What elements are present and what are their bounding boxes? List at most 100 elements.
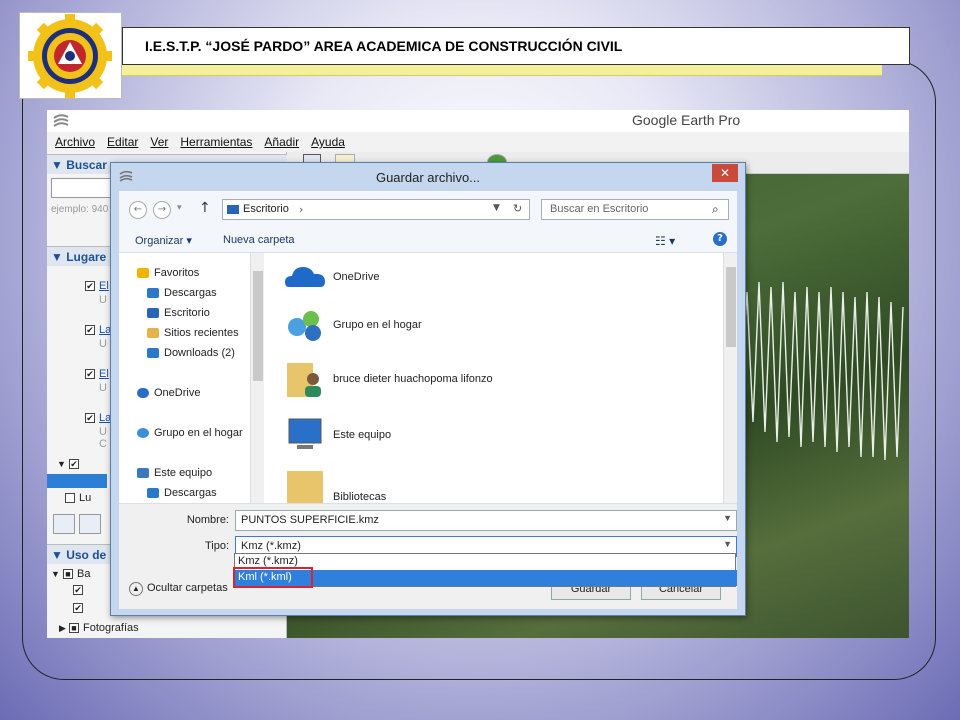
scrollbar-thumb[interactable] bbox=[726, 267, 736, 347]
forward-icon[interactable]: → bbox=[153, 201, 171, 219]
address-bar[interactable]: Escritorio › ▼ ↻ bbox=[222, 199, 530, 220]
downloads-folder-icon bbox=[147, 488, 159, 499]
google-earth-logo-icon bbox=[53, 114, 69, 127]
place-sub: U bbox=[99, 382, 107, 394]
view-options-icon[interactable]: ☷ ▾ bbox=[655, 234, 675, 248]
checkbox-icon[interactable]: ✔ bbox=[73, 603, 83, 614]
search-input[interactable]: Buscar en Escritorio bbox=[550, 203, 648, 215]
close-icon[interactable]: ✕ bbox=[712, 164, 738, 182]
file-item-onedrive[interactable]: OneDrive bbox=[283, 257, 379, 297]
search-icon[interactable]: ⌕ bbox=[712, 202, 719, 217]
checkbox-icon[interactable]: ■ bbox=[62, 569, 73, 580]
checkbox-icon[interactable]: ✔ bbox=[68, 459, 79, 470]
files-scrollbar[interactable] bbox=[723, 253, 737, 503]
place-sub: U bbox=[99, 294, 107, 306]
search-input[interactable] bbox=[51, 178, 111, 198]
chevron-down-icon[interactable]: ▼ bbox=[493, 203, 500, 213]
user-folder-icon bbox=[287, 363, 321, 397]
place-item[interactable]: ✔ La bbox=[85, 412, 111, 424]
layer-item[interactable]: ✔ bbox=[73, 584, 87, 596]
google-earth-title: Google Earth Pro bbox=[632, 112, 741, 128]
folder-item[interactable]: Lu bbox=[65, 492, 91, 504]
up-icon[interactable]: ↑ bbox=[199, 200, 211, 216]
file-item-user-folder[interactable]: bruce dieter huachopoma lifonzo bbox=[283, 359, 493, 399]
file-item-grupo-hogar[interactable]: Grupo en el hogar bbox=[283, 305, 422, 345]
hide-folders-button[interactable]: ▲ Ocultar carpetas bbox=[129, 582, 228, 596]
nav-item-onedrive[interactable]: OneDrive bbox=[137, 387, 200, 399]
nav-item-descargas-2[interactable]: Descargas bbox=[147, 487, 217, 499]
layer-item[interactable]: ▼ ■ Ba bbox=[51, 568, 90, 580]
type-label: Tipo: bbox=[204, 540, 229, 552]
recent-places-icon bbox=[147, 328, 159, 339]
search-places-button[interactable] bbox=[53, 514, 75, 534]
refresh-icon[interactable]: ↻ bbox=[513, 202, 522, 215]
nav-item-grupo-hogar[interactable]: Grupo en el hogar bbox=[137, 427, 243, 439]
file-list-pane: OneDrive Grupo en el hogar bruce dieter … bbox=[265, 253, 737, 503]
search-hint: ejemplo: 940 bbox=[51, 204, 109, 215]
libraries-icon bbox=[287, 471, 323, 503]
checkbox-icon[interactable]: ✔ bbox=[73, 585, 83, 596]
recent-locations-icon[interactable]: ▾ bbox=[177, 203, 182, 213]
address-text: Escritorio bbox=[243, 203, 289, 215]
help-icon[interactable]: ? bbox=[713, 232, 727, 246]
google-earth-titlebar: Google Earth Pro bbox=[47, 110, 909, 132]
nav-item-escritorio[interactable]: Escritorio bbox=[147, 307, 210, 319]
onedrive-icon bbox=[137, 388, 149, 399]
name-label: Nombre: bbox=[186, 514, 229, 526]
chevron-down-icon[interactable]: ▼ bbox=[723, 513, 732, 523]
toggle-panel-button[interactable] bbox=[79, 514, 101, 534]
checkbox-icon[interactable]: ■ bbox=[68, 623, 79, 634]
dialog-body: ← → ▾ ↑ Escritorio › ▼ ↻ Buscar en Escri… bbox=[119, 191, 737, 609]
checkbox-icon[interactable]: ✔ bbox=[85, 281, 95, 292]
selected-row[interactable] bbox=[47, 474, 107, 488]
menu-ver[interactable]: Ver bbox=[150, 135, 168, 149]
chevron-down-icon[interactable]: ▼ bbox=[723, 539, 732, 549]
checkbox-icon[interactable]: ✔ bbox=[85, 413, 95, 424]
google-earth-menubar: Archivo Editar Ver Herramientas Añadir A… bbox=[47, 132, 909, 152]
checkbox-icon[interactable] bbox=[65, 493, 75, 504]
place-item[interactable]: ✔ La bbox=[85, 324, 111, 336]
save-file-dialog: Guardar archivo... ✕ ← → ▾ ↑ Escritorio … bbox=[110, 162, 746, 616]
desktop-icon bbox=[147, 308, 159, 319]
computer-icon bbox=[137, 468, 149, 479]
organize-button[interactable]: Organizar ▾ bbox=[135, 234, 192, 247]
nav-item-downloads-2[interactable]: Downloads (2) bbox=[147, 347, 235, 359]
folder-row[interactable]: ▼ ✔ bbox=[57, 458, 83, 470]
chevron-up-icon: ▲ bbox=[129, 582, 143, 596]
downloads-folder-icon bbox=[147, 348, 159, 359]
menu-editar[interactable]: Editar bbox=[107, 135, 138, 149]
search-field[interactable]: Buscar en Escritorio ⌕ bbox=[541, 199, 729, 220]
place-sub: U bbox=[99, 338, 107, 350]
file-item-este-equipo[interactable]: Este equipo bbox=[283, 415, 391, 455]
menu-ayuda[interactable]: Ayuda bbox=[311, 135, 345, 149]
checkbox-icon[interactable]: ✔ bbox=[85, 369, 95, 380]
back-icon[interactable]: ← bbox=[129, 201, 147, 219]
layer-item[interactable]: ✔ bbox=[73, 602, 87, 614]
place-item[interactable]: ✔ El bbox=[85, 280, 109, 292]
institution-logo bbox=[19, 12, 122, 99]
menu-archivo[interactable]: Archivo bbox=[55, 135, 95, 149]
checkbox-icon[interactable]: ✔ bbox=[85, 325, 95, 336]
file-name-input[interactable]: PUNTOS SUPERFICIE.kmz ▼ bbox=[235, 510, 737, 531]
place-sub: C bbox=[99, 438, 107, 450]
file-item-bibliotecas[interactable]: Bibliotecas bbox=[283, 465, 386, 503]
nav-item-descargas[interactable]: Descargas bbox=[147, 287, 217, 299]
nav-item-sitios-recientes[interactable]: Sitios recientes bbox=[147, 327, 239, 339]
dialog-title: Guardar archivo... bbox=[375, 170, 481, 185]
menu-anadir[interactable]: Añadir bbox=[264, 135, 299, 149]
scrollbar-thumb[interactable] bbox=[253, 271, 263, 381]
slide-title: I.E.S.T.P. “JOSÉ PARDO” AREA ACADEMICA D… bbox=[145, 38, 623, 54]
place-item[interactable]: ✔ El bbox=[85, 368, 109, 380]
star-icon bbox=[137, 268, 149, 279]
address-arrow: › bbox=[299, 203, 304, 216]
desktop-icon bbox=[227, 205, 239, 214]
dialog-titlebar: Guardar archivo... ✕ bbox=[111, 163, 745, 191]
nav-scrollbar[interactable] bbox=[250, 253, 264, 503]
navigation-pane: Favoritos Descargas Escritorio Sitios re… bbox=[119, 253, 264, 503]
new-folder-button[interactable]: Nueva carpeta bbox=[223, 234, 295, 246]
layer-item[interactable]: ▶ ■ Fotografías bbox=[59, 622, 139, 634]
menu-herramientas[interactable]: Herramientas bbox=[180, 135, 252, 149]
nav-item-este-equipo[interactable]: Este equipo bbox=[137, 467, 212, 479]
place-sub: U bbox=[99, 426, 107, 438]
nav-item-favoritos[interactable]: Favoritos bbox=[137, 267, 199, 279]
